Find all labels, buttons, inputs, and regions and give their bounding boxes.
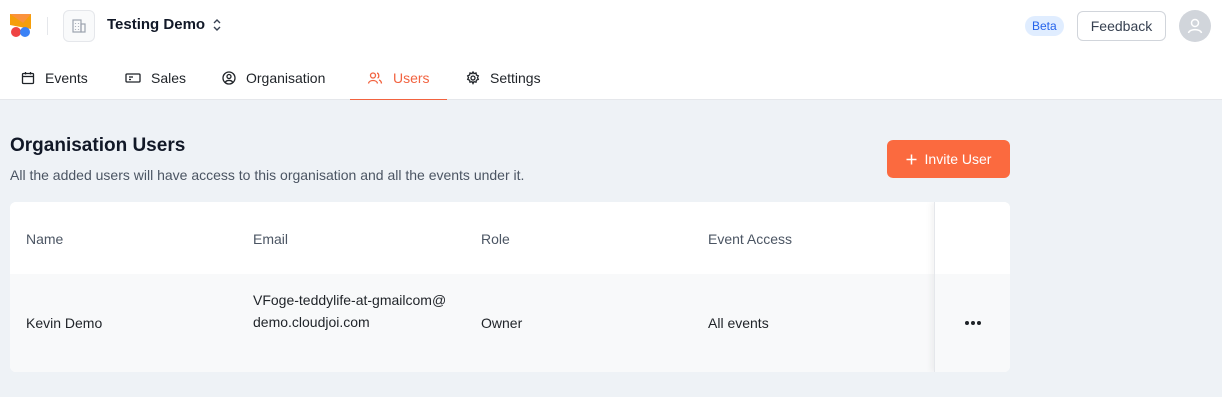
organisation-name[interactable]: Testing Demo xyxy=(107,16,205,33)
tab-settings[interactable]: Settings xyxy=(466,56,541,100)
ticket-icon xyxy=(125,73,141,83)
app-logo[interactable] xyxy=(10,14,34,38)
column-header-role: Role xyxy=(481,231,510,247)
user-email: VFoge-teddylife-at-gmailcom@demo.cloudjo… xyxy=(253,292,447,330)
user-avatar[interactable] xyxy=(1179,10,1211,42)
column-header-name: Name xyxy=(26,231,64,247)
actions-header xyxy=(935,202,1010,274)
tab-users[interactable]: Users xyxy=(350,56,447,101)
page-subtitle: All the added users will have access to … xyxy=(10,167,525,183)
user-icon xyxy=(1187,18,1203,34)
column-header-email: Email xyxy=(253,231,289,247)
user-circle-icon xyxy=(222,71,236,85)
users-table: Name Email Role Event Access Kevin Demo … xyxy=(10,202,1010,372)
plus-icon xyxy=(906,154,917,164)
invite-user-button[interactable]: Invite User xyxy=(887,140,1010,178)
building-icon xyxy=(72,19,86,33)
users-icon xyxy=(367,72,383,84)
tab-sales[interactable]: Sales xyxy=(125,56,186,100)
user-name: Kevin Demo xyxy=(26,315,103,331)
tab-label: Events xyxy=(45,70,88,86)
more-options-icon[interactable] xyxy=(962,312,984,334)
user-role: Owner xyxy=(481,315,523,331)
tab-label: Settings xyxy=(490,70,541,86)
feedback-button[interactable]: Feedback xyxy=(1077,11,1166,41)
tab-label: Sales xyxy=(151,70,187,86)
calendar-icon xyxy=(21,72,35,85)
tab-events[interactable]: Events xyxy=(21,56,88,100)
column-header-event-access: Event Access xyxy=(708,231,793,247)
gear-icon xyxy=(466,71,480,85)
organisation-avatar[interactable] xyxy=(63,10,95,42)
chevron-updown-icon[interactable] xyxy=(210,15,224,35)
actions-cell xyxy=(935,274,1010,372)
tab-bar: Events Sales Organisation Users Settings xyxy=(0,56,1222,101)
header-divider xyxy=(47,17,48,35)
table-row[interactable]: Kevin Demo VFoge-teddylife-at-gmailcom@d… xyxy=(10,274,1010,372)
actions-column xyxy=(934,202,1010,372)
top-bar: Testing Demo Beta Feedback xyxy=(0,0,1222,52)
tab-label: Users xyxy=(393,70,430,86)
main-content: Organisation Users All the added users w… xyxy=(0,100,1222,397)
tab-label: Organisation xyxy=(246,70,326,86)
table-header: Name Email Role Event Access xyxy=(10,202,1010,274)
page-title: Organisation Users xyxy=(10,135,186,156)
user-event-access: All events xyxy=(708,315,769,331)
tab-organisation[interactable]: Organisation xyxy=(222,56,325,100)
beta-badge: Beta xyxy=(1025,16,1064,36)
invite-user-label: Invite User xyxy=(924,151,992,167)
